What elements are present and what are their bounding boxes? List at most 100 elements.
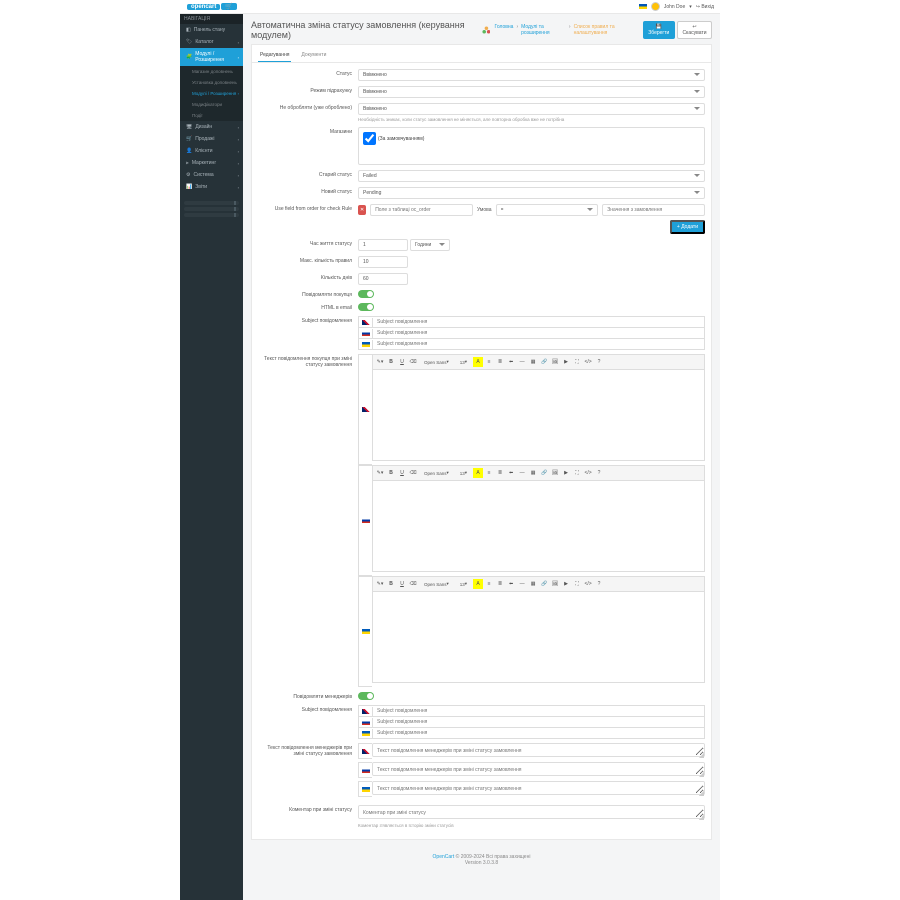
rule-field-input[interactable]	[370, 204, 473, 216]
subject2-uk-input[interactable]	[373, 728, 704, 738]
clear-icon[interactable]: ⌫	[408, 468, 418, 478]
mode-select[interactable]: Ввімкнено	[358, 86, 705, 98]
days-input[interactable]	[358, 273, 408, 285]
crumb-ext[interactable]: Модулі та розширення	[521, 24, 566, 36]
clear-icon[interactable]: ⌫	[408, 579, 418, 589]
font-select[interactable]: Open Sans ▾	[419, 468, 454, 478]
nav-customers[interactable]: 👤Клієнти›	[180, 145, 243, 157]
old-status-select[interactable]: Failed	[358, 170, 705, 182]
ul-icon[interactable]: ≡	[484, 357, 494, 367]
table-icon[interactable]: ▦	[528, 468, 538, 478]
fullscreen-icon[interactable]: ⛶	[572, 357, 582, 367]
help-icon[interactable]: ?	[594, 357, 604, 367]
html-toggle[interactable]	[358, 303, 374, 311]
max-rules-input[interactable]	[358, 256, 408, 268]
msg-mgr-en-textarea[interactable]	[372, 743, 705, 757]
subject2-en-input[interactable]	[373, 706, 704, 716]
cancel-button[interactable]: ↩ Скасувати	[677, 21, 712, 39]
nav-catalog[interactable]: 🏷Каталог›	[180, 36, 243, 48]
subject2-ru-input[interactable]	[373, 717, 704, 727]
editor-uk[interactable]: ✎▾BU⌫Open Sans ▾13 ▾A≡≣⬅—▦🔗🖼▶⛶</>?	[372, 576, 705, 683]
hr-icon[interactable]: —	[517, 579, 527, 589]
nav-dashboard[interactable]: ◧Панель стану	[180, 24, 243, 36]
nav-sub-marketplace[interactable]: Магазин доповнень	[180, 66, 243, 77]
editor-body[interactable]	[373, 481, 704, 571]
bold-icon[interactable]: B	[386, 357, 396, 367]
help-icon[interactable]: ?	[594, 579, 604, 589]
font-select[interactable]: Open Sans ▾	[419, 579, 454, 589]
hr-icon[interactable]: —	[517, 468, 527, 478]
user-name[interactable]: John Doe	[664, 4, 685, 10]
notify-mgr-toggle[interactable]	[358, 692, 374, 700]
subject-uk-input[interactable]	[373, 339, 704, 349]
store-default-checkbox[interactable]	[363, 132, 376, 145]
tab-edit[interactable]: Редагування	[258, 49, 291, 62]
image-icon[interactable]: 🖼	[550, 468, 560, 478]
clear-icon[interactable]: ⌫	[408, 357, 418, 367]
nav-reports[interactable]: 📊Звіти›	[180, 181, 243, 193]
subject-en-input[interactable]	[373, 317, 704, 327]
editor-ru[interactable]: ✎▾BU⌫Open Sans ▾13 ▾A≡≣⬅—▦🔗🖼▶⛶</>?	[372, 465, 705, 572]
msg-mgr-uk-textarea[interactable]	[372, 781, 705, 795]
rule-value-input[interactable]	[602, 204, 705, 216]
nav-sub-installer[interactable]: Установка доповнень	[180, 77, 243, 88]
save-button[interactable]: 💾 Зберегти	[643, 21, 675, 39]
video-icon[interactable]: ▶	[561, 357, 571, 367]
link-icon[interactable]: 🔗	[539, 579, 549, 589]
crumb-home[interactable]: Головна	[494, 24, 513, 36]
nav-extensions[interactable]: 🧩Модулі / Розширення›	[180, 48, 243, 66]
size-select[interactable]: 13 ▾	[455, 468, 472, 478]
link-icon[interactable]: 🔗	[539, 468, 549, 478]
code-icon[interactable]: </>	[583, 579, 593, 589]
color-icon[interactable]: A	[473, 357, 483, 367]
logout-link[interactable]: ↪ Вихід	[696, 4, 714, 10]
nav-system[interactable]: ⚙Система›	[180, 169, 243, 181]
table-icon[interactable]: ▦	[528, 357, 538, 367]
ol-icon[interactable]: ≣	[495, 579, 505, 589]
underline-icon[interactable]: U	[397, 357, 407, 367]
underline-icon[interactable]: U	[397, 579, 407, 589]
align-icon[interactable]: ⬅	[506, 579, 516, 589]
fullscreen-icon[interactable]: ⛶	[572, 579, 582, 589]
image-icon[interactable]: 🖼	[550, 357, 560, 367]
msg-mgr-ru-textarea[interactable]	[372, 762, 705, 776]
lifetime-input[interactable]	[358, 239, 408, 251]
video-icon[interactable]: ▶	[561, 579, 571, 589]
comment-textarea[interactable]	[358, 805, 705, 819]
underline-icon[interactable]: U	[397, 468, 407, 478]
ul-icon[interactable]: ≡	[484, 579, 494, 589]
nav-marketing[interactable]: ⪢Маркетинг›	[180, 157, 243, 169]
rule-delete-button[interactable]: ✕	[358, 205, 366, 215]
footer-brand-link[interactable]: OpenCart	[433, 854, 455, 860]
ol-icon[interactable]: ≣	[495, 468, 505, 478]
color-icon[interactable]: A	[473, 468, 483, 478]
language-flag[interactable]	[639, 4, 647, 9]
nav-sales[interactable]: 🛒Продажі›	[180, 133, 243, 145]
size-select[interactable]: 13 ▾	[455, 357, 472, 367]
stores-box[interactable]: (За замовчуванням)	[358, 127, 705, 165]
code-icon[interactable]: </>	[583, 468, 593, 478]
fullscreen-icon[interactable]: ⛶	[572, 468, 582, 478]
tab-docs[interactable]: Документи	[299, 49, 328, 62]
video-icon[interactable]: ▶	[561, 468, 571, 478]
editor-en[interactable]: ✎▾BU⌫Open Sans ▾13 ▾A≡≣⬅—▦🔗🖼▶⛶</>?	[372, 354, 705, 461]
rule-add-button[interactable]: + Додати	[670, 220, 705, 234]
style-icon[interactable]: ✎▾	[375, 468, 385, 478]
help-icon[interactable]: ?	[594, 468, 604, 478]
status-select[interactable]: Ввімкнено	[358, 69, 705, 81]
new-status-select[interactable]: Pending	[358, 187, 705, 199]
image-icon[interactable]: 🖼	[550, 579, 560, 589]
nav-sub-modifications[interactable]: Модифікатори	[180, 99, 243, 110]
bold-icon[interactable]: B	[386, 579, 396, 589]
align-icon[interactable]: ⬅	[506, 468, 516, 478]
table-icon[interactable]: ▦	[528, 579, 538, 589]
color-icon[interactable]: A	[473, 579, 483, 589]
font-select[interactable]: Open Sans ▾	[419, 357, 454, 367]
link-icon[interactable]: 🔗	[539, 357, 549, 367]
editor-body[interactable]	[373, 592, 704, 682]
style-icon[interactable]: ✎▾	[375, 579, 385, 589]
editor-body[interactable]	[373, 370, 704, 460]
nav-sub-events[interactable]: Події	[180, 110, 243, 121]
skip-select[interactable]: Ввімкнено	[358, 103, 705, 115]
rule-cond-select[interactable]: =	[496, 204, 599, 216]
